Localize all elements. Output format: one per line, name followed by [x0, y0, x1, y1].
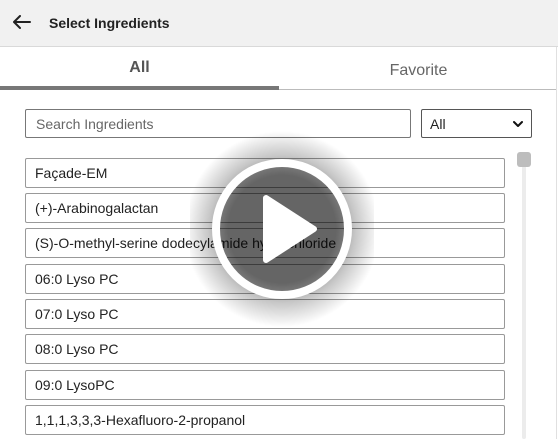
active-tab-indicator	[0, 86, 279, 90]
tab-divider	[279, 89, 556, 90]
tab-all[interactable]: All	[0, 47, 279, 89]
back-button[interactable]	[11, 11, 33, 33]
ingredient-item[interactable]: 09:0 LysoPC	[25, 370, 505, 400]
tab-bar: All Favorite	[0, 47, 558, 92]
video-play-overlay[interactable]	[190, 122, 374, 336]
scrollbar-rail	[522, 166, 526, 439]
tab-favorite[interactable]: Favorite	[279, 47, 558, 89]
list-scrollbar[interactable]	[517, 152, 531, 439]
ingredient-item[interactable]: 08:0 Lyso PC	[25, 334, 505, 364]
filter-selected-value: All	[430, 115, 446, 132]
app-header: Select Ingredients	[0, 0, 558, 47]
panel-border	[556, 47, 557, 439]
chevron-down-icon	[513, 120, 523, 127]
filter-select[interactable]: All	[421, 109, 532, 138]
scrollbar-thumb[interactable]	[517, 152, 531, 167]
ingredient-item[interactable]: 1,1,1,3,3,3-Hexafluoro-2-propanol	[25, 405, 505, 435]
page-title: Select Ingredients	[49, 15, 170, 31]
arrow-left-icon	[13, 15, 31, 29]
